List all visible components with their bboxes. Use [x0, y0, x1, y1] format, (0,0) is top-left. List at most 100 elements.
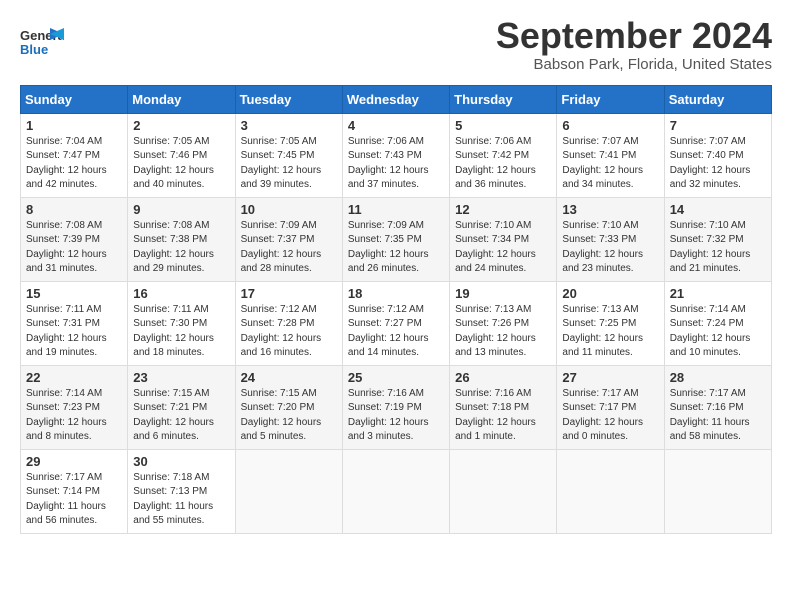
- day-info: Sunrise: 7:10 AMSunset: 7:34 PMDaylight:…: [455, 219, 551, 277]
- day-number: 7: [670, 118, 766, 133]
- day-number: 29: [26, 454, 122, 469]
- day-info: Sunrise: 7:14 AMSunset: 7:23 PMDaylight:…: [26, 387, 122, 445]
- col-header-monday: Monday: [128, 85, 235, 113]
- svg-text:Blue: Blue: [20, 42, 48, 57]
- day-info: Sunrise: 7:15 AMSunset: 7:21 PMDaylight:…: [133, 387, 229, 445]
- col-header-tuesday: Tuesday: [235, 85, 342, 113]
- calendar-cell: 26 Sunrise: 7:16 AMSunset: 7:18 PMDayligh…: [450, 365, 557, 449]
- calendar-cell: 21 Sunrise: 7:14 AMSunset: 7:24 PMDayligh…: [664, 281, 771, 365]
- day-info: Sunrise: 7:05 AMSunset: 7:46 PMDaylight:…: [133, 135, 229, 193]
- month-title: September 2024: [496, 16, 772, 56]
- day-number: 28: [670, 370, 766, 385]
- calendar-cell: [342, 449, 449, 533]
- day-info: Sunrise: 7:08 AMSunset: 7:39 PMDaylight:…: [26, 219, 122, 277]
- col-header-saturday: Saturday: [664, 85, 771, 113]
- day-info: Sunrise: 7:05 AMSunset: 7:45 PMDaylight:…: [241, 135, 337, 193]
- calendar-cell: 12 Sunrise: 7:10 AMSunset: 7:34 PMDayligh…: [450, 197, 557, 281]
- calendar-cell: 8 Sunrise: 7:08 AMSunset: 7:39 PMDaylight…: [21, 197, 128, 281]
- day-number: 3: [241, 118, 337, 133]
- calendar-cell: 23 Sunrise: 7:15 AMSunset: 7:21 PMDayligh…: [128, 365, 235, 449]
- day-number: 4: [348, 118, 444, 133]
- day-number: 5: [455, 118, 551, 133]
- day-info: Sunrise: 7:13 AMSunset: 7:25 PMDaylight:…: [562, 303, 658, 361]
- day-number: 10: [241, 202, 337, 217]
- calendar-cell: 10 Sunrise: 7:09 AMSunset: 7:37 PMDayligh…: [235, 197, 342, 281]
- calendar-cell: [664, 449, 771, 533]
- calendar-cell: [450, 449, 557, 533]
- calendar-cell: 28 Sunrise: 7:17 AMSunset: 7:16 PMDayligh…: [664, 365, 771, 449]
- calendar-cell: [235, 449, 342, 533]
- day-info: Sunrise: 7:09 AMSunset: 7:35 PMDaylight:…: [348, 219, 444, 277]
- day-info: Sunrise: 7:17 AMSunset: 7:17 PMDaylight:…: [562, 387, 658, 445]
- day-number: 16: [133, 286, 229, 301]
- day-number: 30: [133, 454, 229, 469]
- day-number: 26: [455, 370, 551, 385]
- day-number: 14: [670, 202, 766, 217]
- calendar-cell: 24 Sunrise: 7:15 AMSunset: 7:20 PMDayligh…: [235, 365, 342, 449]
- calendar-cell: 27 Sunrise: 7:17 AMSunset: 7:17 PMDayligh…: [557, 365, 664, 449]
- calendar-cell: 18Sunrise: 7:12 AMSunset: 7:27 PMDayligh…: [342, 281, 449, 365]
- day-info: Sunrise: 7:10 AMSunset: 7:33 PMDaylight:…: [562, 219, 658, 277]
- header: General Blue September 2024 Babson Park,…: [20, 16, 772, 73]
- calendar-cell: 25 Sunrise: 7:16 AMSunset: 7:19 PMDayligh…: [342, 365, 449, 449]
- day-info: Sunrise: 7:12 AMSunset: 7:27 PMDaylight:…: [348, 303, 444, 361]
- day-number: 27: [562, 370, 658, 385]
- day-info: Sunrise: 7:04 AMSunset: 7:47 PMDaylight:…: [26, 135, 122, 193]
- day-number: 11: [348, 202, 444, 217]
- day-info: Sunrise: 7:16 AMSunset: 7:18 PMDaylight:…: [455, 387, 551, 445]
- day-number: 25: [348, 370, 444, 385]
- day-number: 9: [133, 202, 229, 217]
- header-row: SundayMondayTuesdayWednesdayThursdayFrid…: [21, 85, 772, 113]
- day-number: 23: [133, 370, 229, 385]
- logo: General Blue: [20, 16, 64, 64]
- calendar-cell: 13 Sunrise: 7:10 AMSunset: 7:33 PMDayligh…: [557, 197, 664, 281]
- day-info: Sunrise: 7:16 AMSunset: 7:19 PMDaylight:…: [348, 387, 444, 445]
- col-header-sunday: Sunday: [21, 85, 128, 113]
- logo-icon: General Blue: [20, 20, 64, 64]
- calendar-cell: 15Sunrise: 7:11 AMSunset: 7:31 PMDayligh…: [21, 281, 128, 365]
- week-row-3: 15Sunrise: 7:11 AMSunset: 7:31 PMDayligh…: [21, 281, 772, 365]
- day-number: 21: [670, 286, 766, 301]
- week-row-1: 1 Sunrise: 7:04 AMSunset: 7:47 PMDaylight…: [21, 113, 772, 197]
- calendar-cell: 29 Sunrise: 7:17 AMSunset: 7:14 PMDayligh…: [21, 449, 128, 533]
- calendar-table: SundayMondayTuesdayWednesdayThursdayFrid…: [20, 85, 772, 534]
- day-info: Sunrise: 7:17 AMSunset: 7:14 PMDaylight:…: [26, 471, 122, 529]
- day-info: Sunrise: 7:09 AMSunset: 7:37 PMDaylight:…: [241, 219, 337, 277]
- day-number: 13: [562, 202, 658, 217]
- day-info: Sunrise: 7:07 AMSunset: 7:41 PMDaylight:…: [562, 135, 658, 193]
- col-header-friday: Friday: [557, 85, 664, 113]
- day-info: Sunrise: 7:06 AMSunset: 7:42 PMDaylight:…: [455, 135, 551, 193]
- calendar-cell: 16 Sunrise: 7:11 AMSunset: 7:30 PMDayligh…: [128, 281, 235, 365]
- day-info: Sunrise: 7:18 AMSunset: 7:13 PMDaylight:…: [133, 471, 229, 529]
- calendar-cell: 22 Sunrise: 7:14 AMSunset: 7:23 PMDayligh…: [21, 365, 128, 449]
- day-info: Sunrise: 7:12 AMSunset: 7:28 PMDaylight:…: [241, 303, 337, 361]
- calendar-cell: 20 Sunrise: 7:13 AMSunset: 7:25 PMDayligh…: [557, 281, 664, 365]
- location-title: Babson Park, Florida, United States: [496, 56, 772, 73]
- day-info: Sunrise: 7:14 AMSunset: 7:24 PMDaylight:…: [670, 303, 766, 361]
- calendar-cell: 5 Sunrise: 7:06 AMSunset: 7:42 PMDaylight…: [450, 113, 557, 197]
- calendar-cell: 1 Sunrise: 7:04 AMSunset: 7:47 PMDaylight…: [21, 113, 128, 197]
- day-info: Sunrise: 7:17 AMSunset: 7:16 PMDaylight:…: [670, 387, 766, 445]
- day-number: 1: [26, 118, 122, 133]
- day-info: Sunrise: 7:15 AMSunset: 7:20 PMDaylight:…: [241, 387, 337, 445]
- day-number: 17: [241, 286, 337, 301]
- day-number: 22: [26, 370, 122, 385]
- calendar-cell: 19 Sunrise: 7:13 AMSunset: 7:26 PMDayligh…: [450, 281, 557, 365]
- day-number: 20: [562, 286, 658, 301]
- week-row-5: 29 Sunrise: 7:17 AMSunset: 7:14 PMDayligh…: [21, 449, 772, 533]
- col-header-thursday: Thursday: [450, 85, 557, 113]
- day-number: 19: [455, 286, 551, 301]
- day-number: 15: [26, 286, 122, 301]
- day-info: Sunrise: 7:11 AMSunset: 7:30 PMDaylight:…: [133, 303, 229, 361]
- day-number: 8: [26, 202, 122, 217]
- calendar-cell: [557, 449, 664, 533]
- day-number: 24: [241, 370, 337, 385]
- calendar-cell: 14Sunrise: 7:10 AMSunset: 7:32 PMDayligh…: [664, 197, 771, 281]
- day-number: 12: [455, 202, 551, 217]
- day-info: Sunrise: 7:13 AMSunset: 7:26 PMDaylight:…: [455, 303, 551, 361]
- calendar-cell: 11 Sunrise: 7:09 AMSunset: 7:35 PMDayligh…: [342, 197, 449, 281]
- calendar-cell: 30 Sunrise: 7:18 AMSunset: 7:13 PMDayligh…: [128, 449, 235, 533]
- col-header-wednesday: Wednesday: [342, 85, 449, 113]
- week-row-4: 22 Sunrise: 7:14 AMSunset: 7:23 PMDayligh…: [21, 365, 772, 449]
- day-info: Sunrise: 7:07 AMSunset: 7:40 PMDaylight:…: [670, 135, 766, 193]
